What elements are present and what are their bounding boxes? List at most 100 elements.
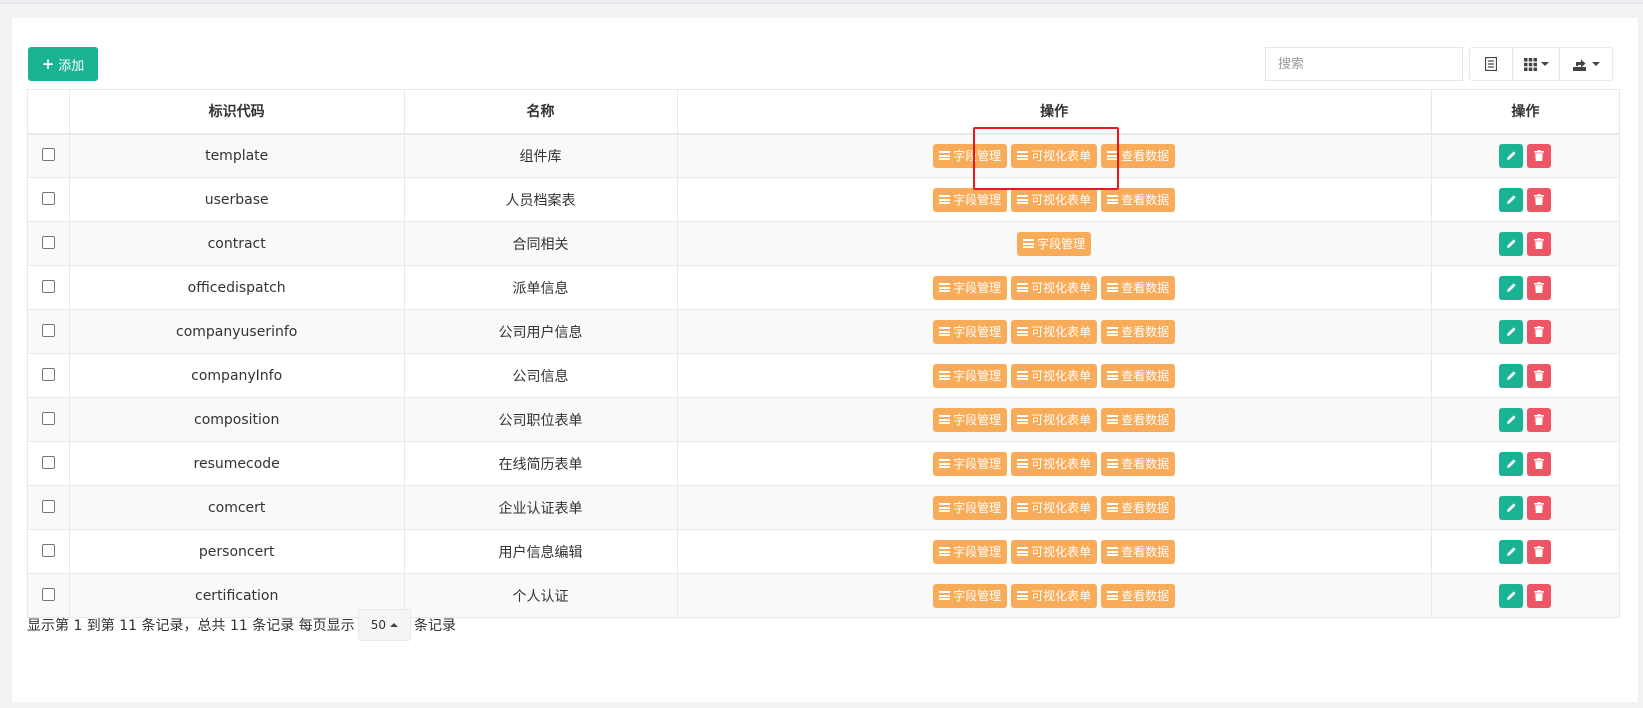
list-icon xyxy=(1107,591,1119,600)
field-manage-button[interactable]: 字段管理 xyxy=(933,583,1008,608)
actions-cell xyxy=(1430,397,1621,442)
trash-icon xyxy=(1534,282,1545,293)
row-select-cell xyxy=(27,309,70,354)
field-manage-button[interactable]: 字段管理 xyxy=(933,275,1008,300)
actions-cell xyxy=(1430,221,1621,266)
chevron-down-icon xyxy=(1540,62,1549,66)
column-header-code[interactable]: 标识代码 xyxy=(68,89,405,135)
code-cell: personcert xyxy=(68,529,405,574)
visual-form-button[interactable]: 可视化表单 xyxy=(1011,363,1098,388)
row-checkbox[interactable] xyxy=(41,588,55,601)
table-toolbar xyxy=(1469,47,1613,81)
column-header-name[interactable]: 名称 xyxy=(403,89,678,135)
list-icon xyxy=(1017,283,1029,292)
row-select-cell xyxy=(27,353,70,398)
row-checkbox[interactable] xyxy=(41,368,55,381)
pencil-icon xyxy=(1506,547,1516,556)
view-data-button[interactable]: 查看数据 xyxy=(1101,407,1176,432)
edit-button[interactable] xyxy=(1499,363,1524,388)
visual-form-button[interactable]: 可视化表单 xyxy=(1011,319,1098,344)
field-manage-button[interactable]: 字段管理 xyxy=(933,495,1008,520)
view-data-button[interactable]: 查看数据 xyxy=(1101,275,1176,300)
view-data-button[interactable]: 查看数据 xyxy=(1101,143,1176,168)
field-manage-button[interactable]: 字段管理 xyxy=(933,451,1008,476)
delete-button[interactable] xyxy=(1527,275,1552,300)
edit-button[interactable] xyxy=(1499,539,1524,564)
row-checkbox[interactable] xyxy=(41,148,55,162)
table-row: officedispatch 派单信息 字段管理 可视化表单 查看数据 xyxy=(27,265,1621,310)
code-cell: comcert xyxy=(68,485,405,530)
delete-button[interactable] xyxy=(1527,187,1552,212)
delete-button[interactable] xyxy=(1527,451,1552,476)
visual-form-label: 可视化表单 xyxy=(1031,193,1092,207)
view-data-button[interactable]: 查看数据 xyxy=(1101,583,1176,608)
view-data-button[interactable]: 查看数据 xyxy=(1101,187,1176,212)
visual-form-button[interactable]: 可视化表单 xyxy=(1011,451,1098,476)
delete-button[interactable] xyxy=(1527,539,1552,564)
view-data-button[interactable]: 查看数据 xyxy=(1101,451,1176,476)
list-icon xyxy=(939,503,951,512)
row-checkbox[interactable] xyxy=(41,192,55,205)
visual-form-button[interactable]: 可视化表单 xyxy=(1011,143,1098,168)
code-cell: template xyxy=(68,133,405,178)
field-manage-button[interactable]: 字段管理 xyxy=(933,407,1008,432)
trash-icon xyxy=(1534,546,1545,557)
view-data-button[interactable]: 查看数据 xyxy=(1101,539,1176,564)
field-manage-button[interactable]: 字段管理 xyxy=(933,319,1008,344)
list-icon xyxy=(1017,459,1029,468)
row-checkbox[interactable] xyxy=(41,280,55,293)
edit-button[interactable] xyxy=(1499,451,1524,476)
field-manage-button[interactable]: 字段管理 xyxy=(1017,231,1092,256)
row-checkbox[interactable] xyxy=(41,412,55,425)
delete-button[interactable] xyxy=(1527,143,1552,168)
field-manage-button[interactable]: 字段管理 xyxy=(933,143,1008,168)
edit-button[interactable] xyxy=(1499,231,1524,256)
view-data-button[interactable]: 查看数据 xyxy=(1101,363,1176,388)
edit-button[interactable] xyxy=(1499,319,1524,344)
row-checkbox[interactable] xyxy=(41,500,55,513)
row-select-cell xyxy=(27,221,70,266)
page-size-select[interactable]: 50 xyxy=(357,609,411,641)
row-checkbox[interactable] xyxy=(41,324,55,337)
delete-button[interactable] xyxy=(1527,495,1552,520)
row-select-cell xyxy=(27,397,70,442)
field-manage-button[interactable]: 字段管理 xyxy=(933,363,1008,388)
row-checkbox[interactable] xyxy=(41,236,55,249)
field-manage-button[interactable]: 字段管理 xyxy=(933,187,1008,212)
view-data-label: 查看数据 xyxy=(1121,589,1170,603)
delete-button[interactable] xyxy=(1527,319,1552,344)
ops-group: 字段管理 可视化表单 查看数据 xyxy=(678,451,1431,476)
delete-button[interactable] xyxy=(1527,231,1552,256)
edit-button[interactable] xyxy=(1499,407,1524,432)
view-data-button[interactable]: 查看数据 xyxy=(1101,319,1176,344)
ops-group: 字段管理 可视化表单 查看数据 xyxy=(678,275,1431,300)
edit-button[interactable] xyxy=(1499,275,1524,300)
page-size-value: 50 xyxy=(370,618,386,632)
visual-form-button[interactable]: 可视化表单 xyxy=(1011,187,1098,212)
row-checkbox[interactable] xyxy=(41,544,55,557)
columns-button[interactable] xyxy=(1512,47,1560,81)
actions-cell xyxy=(1430,441,1621,486)
visual-form-button[interactable]: 可视化表单 xyxy=(1011,275,1098,300)
delete-button[interactable] xyxy=(1527,363,1552,388)
edit-button[interactable] xyxy=(1499,583,1524,608)
delete-button[interactable] xyxy=(1527,583,1552,608)
visual-form-button[interactable]: 可视化表单 xyxy=(1011,495,1098,520)
visual-form-button[interactable]: 可视化表单 xyxy=(1011,407,1098,432)
toggle-view-button[interactable] xyxy=(1469,47,1513,81)
export-button[interactable] xyxy=(1559,47,1613,81)
ops-group: 字段管理 可视化表单 查看数据 xyxy=(678,363,1431,388)
edit-button[interactable] xyxy=(1499,187,1524,212)
visual-form-button[interactable]: 可视化表单 xyxy=(1011,583,1098,608)
list-icon xyxy=(1023,239,1035,248)
field-manage-button[interactable]: 字段管理 xyxy=(933,539,1008,564)
row-checkbox[interactable] xyxy=(41,456,55,469)
row-select-cell xyxy=(27,177,70,222)
search-input[interactable] xyxy=(1265,47,1463,81)
edit-button[interactable] xyxy=(1499,143,1524,168)
add-button[interactable]: + 添加 xyxy=(28,47,98,81)
delete-button[interactable] xyxy=(1527,407,1552,432)
edit-button[interactable] xyxy=(1499,495,1524,520)
view-data-button[interactable]: 查看数据 xyxy=(1101,495,1176,520)
visual-form-button[interactable]: 可视化表单 xyxy=(1011,539,1098,564)
